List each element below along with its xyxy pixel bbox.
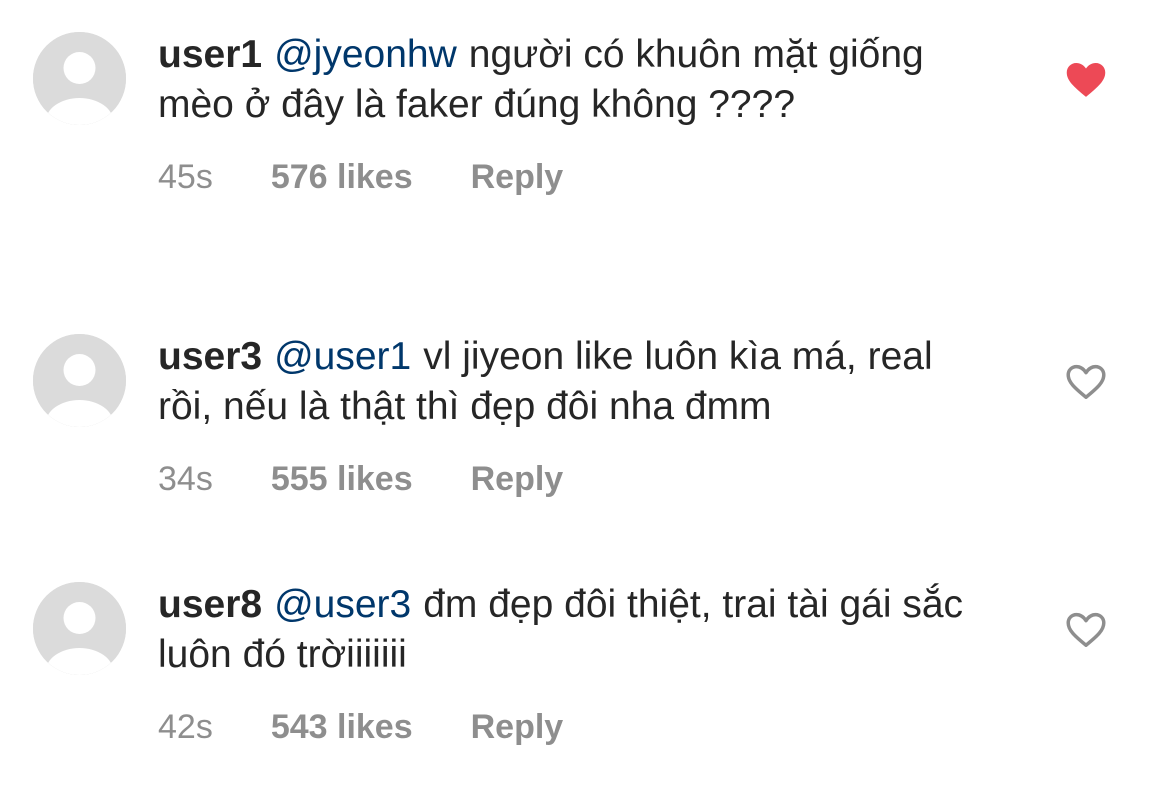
comment-likes[interactable]: 576 likes (271, 156, 413, 198)
reply-button[interactable]: Reply (471, 458, 564, 500)
comment-list: user1 @jyeonhw người có khuôn mặt giống mè… (0, 0, 1170, 800)
comment-mention[interactable]: @user3 (274, 583, 411, 626)
comment-text: user3 @user1 vl jiyeon like luôn kìa má, r… (158, 332, 978, 432)
comment-username[interactable]: user3 (158, 335, 262, 378)
comment-time: 42s (158, 708, 213, 746)
comment-meta: 34s 555 likes Reply (158, 458, 978, 500)
comment-body: user1 @jyeonhw người có khuôn mặt giống mè… (158, 30, 978, 198)
comment-username[interactable]: user1 (158, 33, 262, 76)
comment-username[interactable]: user8 (158, 583, 262, 626)
heart-outline-icon (1066, 612, 1106, 647)
heart-filled-icon (1066, 62, 1106, 97)
avatar[interactable] (33, 582, 126, 675)
comment-text: user1 @jyeonhw người có khuôn mặt giống mè… (158, 30, 978, 130)
like-button[interactable] (1064, 360, 1108, 404)
comment-likes[interactable]: 555 likes (271, 458, 413, 500)
comment-text: user8 @user3 đm đẹp đôi thiệt, trai tài gá… (158, 580, 978, 680)
comment-time: 45s (158, 158, 213, 196)
default-avatar-icon (33, 582, 126, 675)
comment-time: 34s (158, 460, 213, 498)
comment-meta: 42s 543 likes Reply (158, 706, 978, 748)
heart-outline-icon (1066, 364, 1106, 399)
comment-meta: 45s 576 likes Reply (158, 156, 978, 198)
default-avatar-icon (33, 334, 126, 427)
like-button[interactable] (1064, 608, 1108, 652)
comment-body: user8 @user3 đm đẹp đôi thiệt, trai tài gá… (158, 580, 978, 748)
comment-likes[interactable]: 543 likes (271, 706, 413, 748)
comment-mention[interactable]: @user1 (274, 335, 411, 378)
reply-button[interactable]: Reply (471, 156, 564, 198)
comment-mention[interactable]: @jyeonhw (274, 33, 457, 76)
comment-body: user3 @user1 vl jiyeon like luôn kìa má, r… (158, 332, 978, 500)
default-avatar-icon (33, 32, 126, 125)
like-button[interactable] (1064, 58, 1108, 102)
comment-message: người có khuôn mặt giống mèo ở đây là fa… (158, 33, 924, 126)
avatar[interactable] (33, 334, 126, 427)
avatar[interactable] (33, 32, 126, 125)
reply-button[interactable]: Reply (471, 706, 564, 748)
